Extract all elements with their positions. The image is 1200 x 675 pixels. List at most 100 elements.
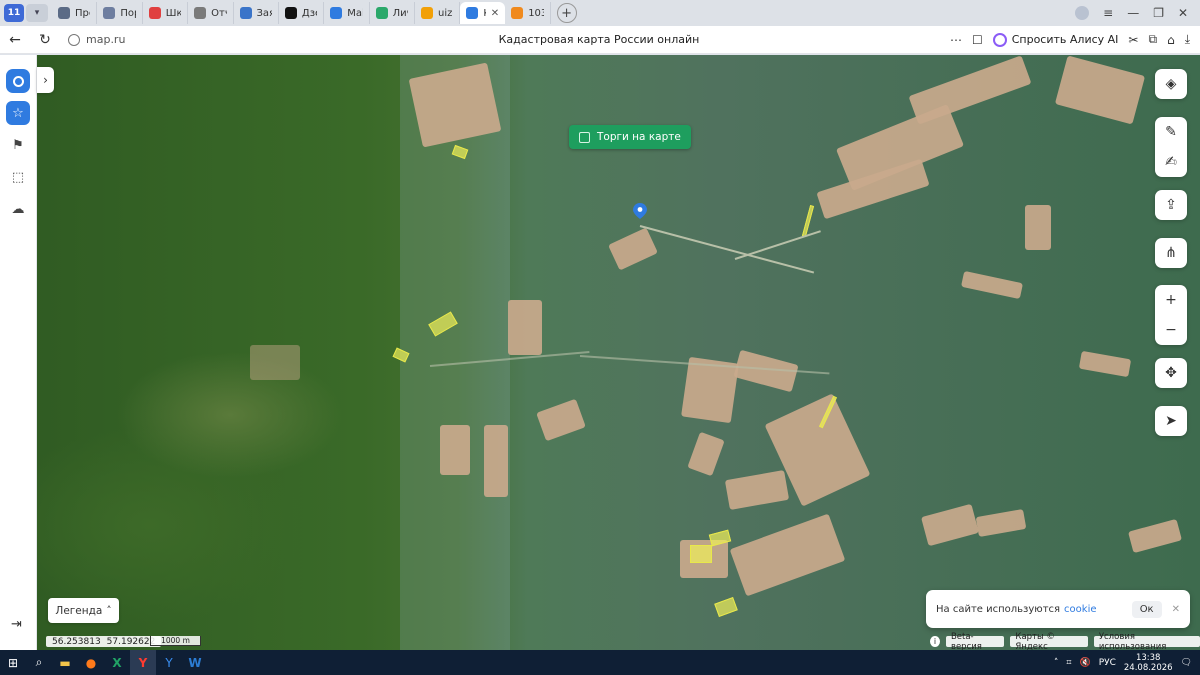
- info-icon[interactable]: i: [930, 636, 940, 647]
- map-credits: i Beta-версия Карты © Яндекс Условия исп…: [930, 632, 1200, 652]
- system-tray: ˄ ⌗ 🔇 РУС 13:38 24.08.2026 🗨: [1054, 653, 1200, 673]
- flag-icon[interactable]: ⚑: [6, 133, 30, 157]
- app-badge[interactable]: 11: [4, 4, 24, 22]
- map-field: [960, 270, 1024, 300]
- alice-icon: [992, 32, 1007, 47]
- windows-start-icon[interactable]: ⊞: [0, 650, 26, 675]
- menu-icon[interactable]: ≡: [1103, 6, 1113, 20]
- geolocation-control: ➤: [1155, 406, 1187, 436]
- move-control: ✥: [1155, 358, 1187, 388]
- minimize-icon[interactable]: —: [1127, 6, 1139, 20]
- cookie-ok-button[interactable]: Ок: [1131, 600, 1162, 618]
- logout-icon[interactable]: ⇥: [11, 617, 22, 632]
- browser-tab[interactable]: Отчёт: [188, 2, 234, 24]
- collections-icon[interactable]: ⌂: [1167, 33, 1175, 47]
- language-indicator[interactable]: РУС: [1099, 658, 1116, 668]
- notifications-icon[interactable]: 🗨: [1181, 658, 1192, 668]
- network-icon[interactable]: ⌗: [1066, 658, 1071, 668]
- address-bar-actions: ⋯ ☐ Спросить Алису AI ✂ ⧉ ⌂ ⤓: [950, 32, 1200, 47]
- extensions-icon[interactable]: ⧉: [1148, 32, 1157, 47]
- terms-link[interactable]: Условия использования: [1093, 632, 1200, 652]
- zoom-out-icon[interactable]: −: [1155, 315, 1187, 345]
- browser-tab[interactable]: Заявления: [234, 2, 279, 24]
- browser-tab[interactable]: Личный кабі: [370, 2, 415, 24]
- legend-button[interactable]: Легенда ˄: [48, 598, 119, 623]
- bookmark-icon[interactable]: ☐: [972, 33, 983, 47]
- land-parcel[interactable]: [714, 597, 738, 617]
- cloud-upload-icon[interactable]: ⇪: [1155, 190, 1187, 220]
- auctions-on-map-toggle[interactable]: Торги на карте: [569, 125, 691, 149]
- land-parcel[interactable]: [690, 545, 712, 563]
- cadastre-icon: [466, 7, 479, 19]
- zoom-in-icon[interactable]: +: [1155, 285, 1187, 315]
- back-arrow-icon[interactable]: ←: [0, 32, 30, 48]
- map-field: [536, 398, 586, 442]
- selection-area-icon[interactable]: ⬚: [6, 165, 30, 189]
- ask-alice-label: Спросить Алису AI: [1011, 33, 1119, 46]
- browser-tab[interactable]: Портал КРБ: [97, 2, 143, 24]
- url-field[interactable]: map.ru: [68, 33, 248, 46]
- ask-alice-button[interactable]: Спросить Алису AI: [992, 32, 1119, 47]
- messenger-icon[interactable]: Y: [156, 650, 182, 675]
- excel-icon[interactable]: X: [104, 650, 130, 675]
- zen-icon: [284, 7, 297, 19]
- word-icon[interactable]: W: [182, 650, 208, 675]
- layers-icon[interactable]: ◈: [1155, 69, 1187, 99]
- shield-globe-icon: [58, 7, 70, 19]
- search-icon[interactable]: ⌕: [26, 650, 52, 675]
- browser-tab[interactable]: Mail: Почта.: [324, 2, 370, 24]
- profile-avatar-icon[interactable]: [1075, 6, 1090, 20]
- page-icon: [194, 7, 207, 19]
- checkbox-icon[interactable]: [579, 131, 590, 143]
- cloud-icon[interactable]: ☁: [6, 197, 30, 221]
- firefox-icon[interactable]: ●: [78, 650, 104, 675]
- close-window-icon[interactable]: ✕: [1178, 6, 1188, 20]
- clock-time: 13:38: [1135, 652, 1161, 663]
- arrow-icon: [421, 7, 433, 19]
- browser-tab[interactable]: Кадастров ✕: [460, 2, 506, 24]
- restore-icon[interactable]: ❐: [1153, 6, 1164, 20]
- browser-tab[interactable]: 103 · Входящ: [505, 2, 551, 24]
- url-text: map.ru: [86, 33, 126, 46]
- new-tab-button[interactable]: +: [556, 3, 577, 23]
- favorites-star-icon[interactable]: ☆: [6, 101, 30, 125]
- clock[interactable]: 13:38 24.08.2026: [1124, 653, 1173, 673]
- upload-control: ⇪: [1155, 190, 1187, 220]
- map-field: [687, 431, 725, 477]
- close-icon[interactable]: ✕: [1172, 604, 1180, 615]
- logo-icon[interactable]: [6, 69, 30, 93]
- yandex-browser-icon[interactable]: Y: [130, 650, 156, 675]
- browser-tab[interactable]: Дзен — глав: [279, 2, 325, 24]
- close-tab-icon[interactable]: ✕: [491, 8, 499, 19]
- coordinates-readout: 56.253813 57.192622: [46, 636, 162, 647]
- reload-icon[interactable]: ↻: [30, 32, 60, 48]
- navigation-arrow-icon[interactable]: ➤: [1155, 406, 1187, 436]
- map-field: [921, 503, 979, 547]
- ruler-pencil-icon[interactable]: ✎: [1155, 117, 1187, 147]
- share-icon[interactable]: ⋔: [1155, 238, 1187, 268]
- satellite-map[interactable]: Торги на карте: [0, 55, 1200, 650]
- volume-muted-icon[interactable]: 🔇: [1079, 658, 1090, 668]
- tab-title: Портал КРБ: [120, 7, 135, 19]
- location-pin-icon[interactable]: [633, 203, 647, 219]
- download-icon[interactable]: ⤓: [1185, 32, 1190, 47]
- chevron-up-icon[interactable]: ˄: [1054, 658, 1059, 668]
- maps-copyright[interactable]: Карты © Яндекс: [1010, 632, 1088, 652]
- share-control: ⋔: [1155, 238, 1187, 268]
- browser-tab[interactable]: uizo@kungu: [415, 2, 461, 24]
- more-icon[interactable]: ⋯: [950, 33, 962, 47]
- map-field: [440, 425, 470, 475]
- map-field: [1128, 518, 1182, 554]
- chevron-down-icon[interactable]: ▾: [26, 4, 48, 22]
- file-explorer-icon[interactable]: ▬: [52, 650, 78, 675]
- draw-tools-control: ✎ ✍: [1155, 117, 1187, 177]
- browser-tab[interactable]: Предоставле: [52, 2, 98, 24]
- edit-icon[interactable]: ✍: [1155, 147, 1187, 177]
- tools-icon[interactable]: ✂: [1128, 33, 1138, 47]
- page-title: Кадастровая карта России онлайн: [498, 33, 700, 46]
- expand-panel-button[interactable]: ›: [37, 67, 54, 93]
- browser-tab[interactable]: Школьная ул: [143, 2, 189, 24]
- cookie-link[interactable]: cookie: [1064, 604, 1096, 615]
- site-info-icon[interactable]: [68, 33, 80, 46]
- move-icon[interactable]: ✥: [1155, 358, 1187, 388]
